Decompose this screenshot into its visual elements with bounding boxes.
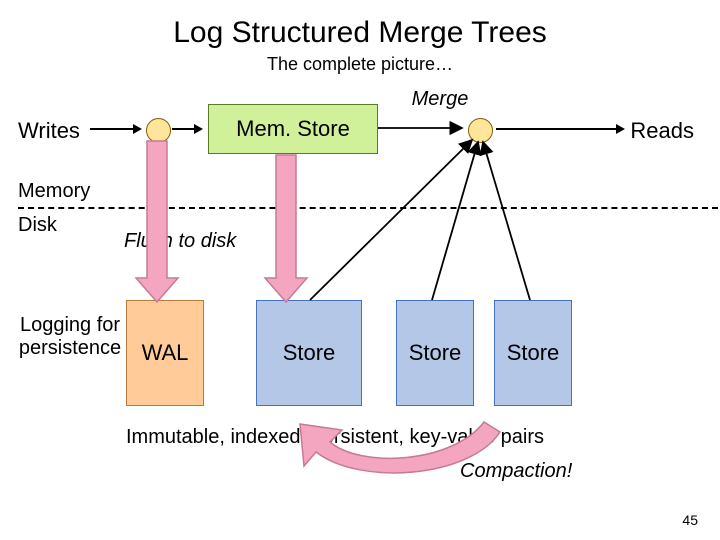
slide-subtitle: The complete picture…: [0, 54, 720, 75]
logging-label: Logging for persistence: [18, 314, 122, 360]
writes-label: Writes: [18, 118, 80, 144]
store-box-2: Store: [396, 300, 474, 406]
merge-label: Merge: [370, 88, 510, 111]
arrow-writes-node: [90, 128, 138, 130]
slide-title: Log Structured Merge Trees: [0, 16, 720, 50]
memory-disk-divider: [18, 207, 718, 209]
flush-label: Flush to disk: [124, 230, 236, 253]
write-node-icon: [146, 118, 171, 143]
wal-box: WAL: [126, 300, 204, 406]
arrow-readnode-reads: [496, 128, 621, 130]
memstore-box: Mem. Store: [208, 104, 378, 154]
page-number: 45: [682, 512, 698, 528]
read-node-icon: [468, 118, 493, 143]
disk-label: Disk: [18, 214, 57, 237]
reads-label: Reads: [630, 118, 694, 144]
arrow-node-memstore: [172, 128, 199, 130]
immutable-label: Immutable, indexed, persistent, key-valu…: [126, 426, 544, 449]
compaction-label: Compaction!: [460, 460, 572, 483]
store-box-1: Store: [256, 300, 362, 406]
store-box-3: Store: [494, 300, 572, 406]
memory-label: Memory: [18, 180, 90, 203]
arrow-layer: [0, 0, 720, 540]
